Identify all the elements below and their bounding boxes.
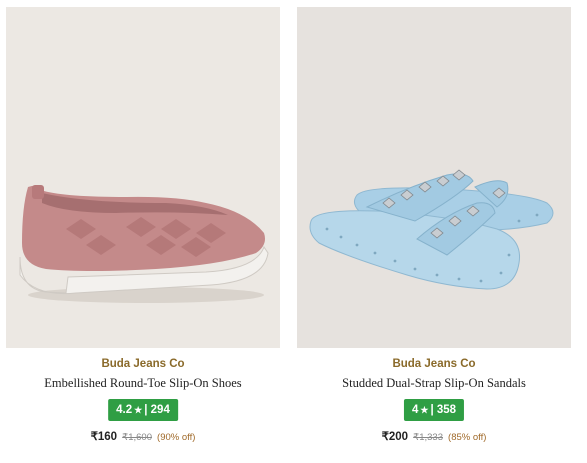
- product-image[interactable]: [297, 7, 571, 348]
- review-count: 358: [436, 404, 457, 416]
- rating-value: 4: [411, 404, 419, 416]
- product-title[interactable]: Studded Dual-Strap Slip-On Sandals: [297, 376, 571, 391]
- product-title[interactable]: Embellished Round-Toe Slip-On Shoes: [6, 376, 280, 391]
- rating-separator: |: [430, 404, 434, 416]
- brand-name[interactable]: Buda Jeans Co: [6, 358, 280, 370]
- product-grid: Buda Jeans Co Embellished Round-Toe Slip…: [0, 0, 587, 463]
- price-row: ₹200 ₹1,333 (85% off): [297, 429, 571, 443]
- star-icon: ★: [420, 405, 429, 415]
- selling-price: ₹200: [381, 431, 409, 443]
- original-price: ₹1,600: [122, 432, 152, 443]
- rating-separator: |: [144, 404, 148, 416]
- brand-name[interactable]: Buda Jeans Co: [297, 358, 571, 370]
- discount-percent: (90% off): [157, 432, 196, 443]
- product-card[interactable]: Buda Jeans Co Studded Dual-Strap Slip-On…: [297, 7, 571, 457]
- product-image[interactable]: [6, 7, 280, 348]
- original-price: ₹1,333: [413, 432, 443, 443]
- review-count: 294: [150, 404, 170, 416]
- price-row: ₹160 ₹1,600 (90% off): [6, 429, 280, 443]
- star-icon: ★: [134, 405, 143, 415]
- discount-percent: (85% off): [448, 432, 487, 443]
- pink-slip-on-shoe-illustration: [6, 7, 280, 348]
- rating-badge[interactable]: 4.2 ★ | 294: [108, 399, 178, 421]
- rating-badge[interactable]: 4 ★ | 358: [403, 399, 465, 421]
- blue-sandal-illustration: [297, 7, 571, 348]
- selling-price: ₹160: [90, 431, 118, 443]
- rating-value: 4.2: [116, 404, 133, 416]
- product-card[interactable]: Buda Jeans Co Embellished Round-Toe Slip…: [6, 7, 280, 457]
